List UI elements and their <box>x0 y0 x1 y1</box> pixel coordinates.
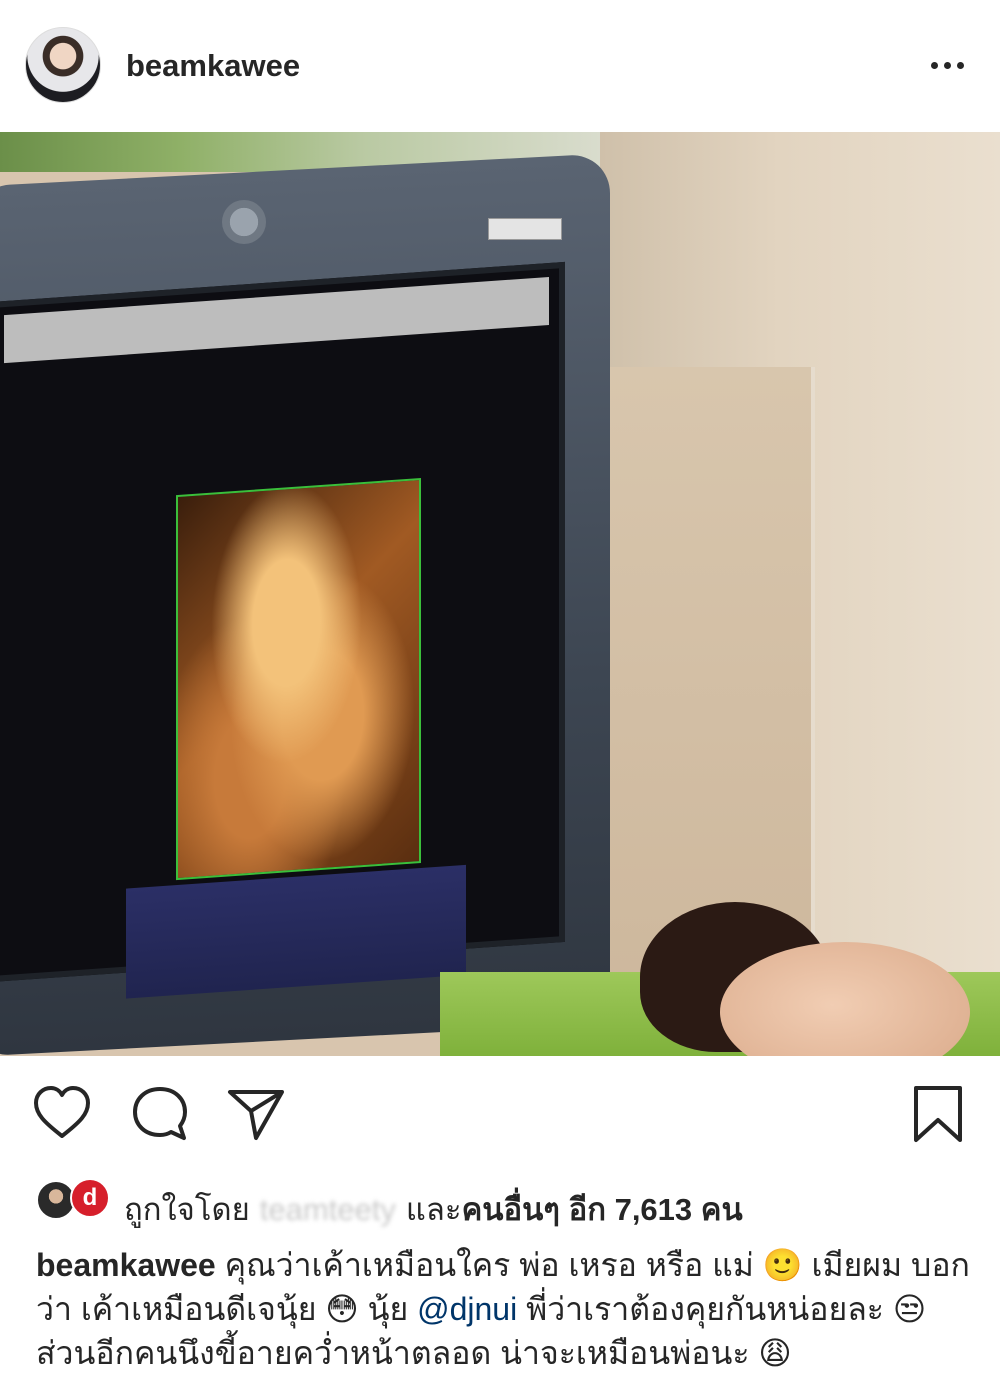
caption-text: นุ้ย <box>367 1291 409 1327</box>
flushed-emoji: 😳 <box>325 1290 359 1328</box>
ultrasound-scan-image <box>176 477 421 881</box>
liker-avatar-badge: d <box>70 1178 110 1218</box>
post-photo[interactable] <box>0 132 1000 1056</box>
post-caption: beamkawee คุณว่าเค้าเหมือนใคร พ่อ เหรอ ห… <box>36 1243 976 1375</box>
ge-logo-icon <box>222 200 266 244</box>
likes-text: ถูกใจโดย teamteety และคนอื่นๆ อีก 7,613 คน <box>124 1184 743 1234</box>
comment-icon[interactable] <box>130 1084 190 1144</box>
likes-others-link[interactable]: คนอื่นๆ <box>462 1192 560 1227</box>
caption-text: ส่วนอีกคนนึงขี้อายคว่ำหน้าตลอด น่าจะเหมื… <box>36 1335 750 1371</box>
ultrasound-screen <box>0 261 565 999</box>
liker-avatars: d <box>36 1178 116 1220</box>
slightly-smiling-emoji: 🙂 <box>762 1246 803 1284</box>
post-action-bar <box>0 1068 1000 1158</box>
post-username[interactable]: beamkawee <box>126 48 300 84</box>
bookmark-icon[interactable] <box>908 1084 968 1144</box>
liker-username[interactable]: teamteety <box>260 1192 396 1227</box>
monitor-sticker <box>488 218 562 240</box>
send-icon[interactable] <box>226 1084 286 1144</box>
likes-connector: และ <box>405 1192 462 1227</box>
caption-text: คุณว่าเค้าเหมือนใคร พ่อ เหรอ หรือ แม่ <box>224 1247 754 1283</box>
likes-count[interactable]: อีก 7,613 คน <box>569 1192 743 1227</box>
user-avatar[interactable] <box>25 27 101 103</box>
caption-username[interactable]: beamkawee <box>36 1247 216 1283</box>
post-header: beamkawee <box>0 0 1000 132</box>
caption-text: พี่ว่าเราต้องคุยกันหน่อยละ <box>526 1291 884 1327</box>
unamused-emoji: 😒 <box>892 1290 927 1328</box>
weary-emoji: 😩 <box>758 1334 792 1372</box>
likes-summary[interactable]: d ถูกใจโดย teamteety และคนอื่นๆ อีก 7,613 … <box>36 1178 976 1227</box>
more-options-icon[interactable] <box>922 45 972 85</box>
heart-icon[interactable] <box>32 1084 92 1144</box>
caption-mention-link[interactable]: @djnui <box>417 1291 517 1327</box>
likes-prefix: ถูกใจโดย <box>124 1192 250 1227</box>
